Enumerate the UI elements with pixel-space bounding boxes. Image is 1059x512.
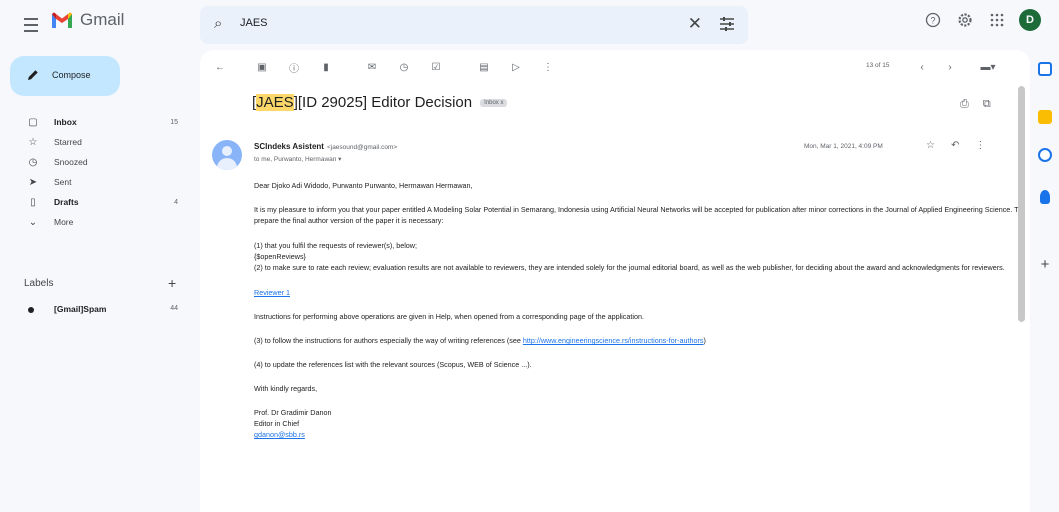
- subject-text: [ID 29025] Editor Decision: [297, 94, 473, 111]
- gmail-m-icon: [52, 12, 72, 28]
- recipient-details[interactable]: to me, Purwanto, Hermawan ▾: [254, 155, 341, 163]
- signer-title: Editor in Chief: [254, 419, 300, 428]
- draft-icon: ▯: [30, 196, 36, 208]
- labels-heading: Labels: [24, 278, 54, 289]
- older-chevron-icon[interactable]: ›: [942, 59, 958, 75]
- signer-name: Prof. Dr Gradimir Danon: [254, 408, 332, 417]
- side-panel: +: [1032, 50, 1059, 512]
- request-item-1: (1) that you fulfil the requests of revi…: [254, 241, 417, 250]
- help-icon[interactable]: ?: [923, 10, 943, 30]
- gmail-app: Gmail ⌕ JAES ✕ ? D Compose ▢ Inbox 15 ☆ …: [0, 0, 1059, 512]
- sender-avatar[interactable]: [212, 140, 242, 170]
- apps-grid-icon[interactable]: [987, 10, 1007, 30]
- contacts-icon[interactable]: [1040, 190, 1050, 204]
- get-addons-icon[interactable]: +: [1038, 257, 1052, 272]
- folder-chip[interactable]: Inbox x: [480, 98, 508, 107]
- search-icon[interactable]: ⌕: [214, 15, 222, 32]
- open-new-window-icon[interactable]: ⧉: [983, 98, 991, 111]
- reviewer-link[interactable]: Reviewer 1: [254, 288, 290, 297]
- snooze-icon[interactable]: ◷: [396, 59, 412, 75]
- folder-nav: ▢ Inbox 15 ☆ Starred ◷ Snoozed ➤ Sent ▯ …: [0, 112, 200, 232]
- star-icon: ☆: [28, 136, 38, 148]
- request-item-2: (2) to make sure to rate each review; ev…: [254, 263, 1005, 272]
- label-dot-icon: [28, 307, 34, 313]
- send-icon: ➤: [28, 176, 38, 188]
- archive-icon[interactable]: ▣: [254, 59, 270, 75]
- open-reviews-placeholder: {$openReviews}: [254, 252, 306, 261]
- search-bar[interactable]: ⌕ JAES ✕: [200, 6, 748, 44]
- print-icon[interactable]: ⎙: [960, 98, 969, 111]
- greeting: Dear Djoko Adi Widodo, Purwanto Purwanto…: [254, 181, 473, 190]
- newer-chevron-icon[interactable]: ‹: [914, 59, 930, 75]
- top-bar: Gmail ⌕ JAES ✕ ? D: [0, 0, 1059, 50]
- calendar-icon[interactable]: [1038, 62, 1052, 76]
- move-to-icon[interactable]: ▤: [476, 59, 492, 75]
- label-item-spam[interactable]: [Gmail]Spam 44: [0, 300, 200, 320]
- input-tools-icon[interactable]: ▬▾: [976, 59, 1000, 75]
- inbox-icon: ▢: [28, 116, 38, 128]
- search-highlight: JAES: [256, 94, 294, 111]
- request-item-4: (4) to update the references list with t…: [254, 360, 532, 369]
- nav-item-drafts[interactable]: ▯ Drafts 4: [0, 192, 200, 212]
- top-right-actions: ? D: [923, 9, 1041, 31]
- message-pane: ← ▣ ⓘ ▮ ✉ ◷ ☑ ▤ ▷ ⋮ 13 of 15 ‹ › ▬▾ [JAE…: [200, 50, 1030, 512]
- mark-unread-icon[interactable]: ✉: [364, 59, 380, 75]
- search-input[interactable]: JAES: [240, 17, 268, 29]
- delete-icon[interactable]: ▮: [318, 59, 334, 75]
- email-subject: [JAES][ID 29025] Editor Decision Inbox x: [252, 94, 508, 111]
- report-spam-icon[interactable]: ⓘ: [286, 59, 302, 75]
- tasks-icon[interactable]: [1038, 148, 1052, 162]
- add-task-icon[interactable]: ☑: [428, 59, 444, 75]
- email-body: Dear Djoko Adi Widodo, Purwanto Purwanto…: [254, 180, 1024, 440]
- nav-item-starred[interactable]: ☆ Starred: [0, 132, 200, 152]
- sender-name: SCIndeks Asistent <jaesound@gmail.com>: [254, 142, 398, 151]
- nav-item-more[interactable]: ⌄ More: [0, 212, 200, 232]
- gmail-logo[interactable]: Gmail: [50, 10, 124, 30]
- message-actions: ☆ ↶ ⋮: [926, 140, 985, 151]
- more-vert-icon[interactable]: ⋮: [975, 140, 985, 151]
- svg-text:?: ?: [930, 16, 935, 26]
- pager-count: 13 of 15: [866, 62, 890, 69]
- clear-search-icon[interactable]: ✕: [688, 14, 702, 34]
- hamburger-icon: [24, 18, 38, 20]
- signer-email-link[interactable]: gdanon@sbb.rs: [254, 430, 305, 439]
- email-date: Mon, Mar 1, 2021, 4:09 PM: [804, 143, 883, 150]
- star-icon[interactable]: ☆: [926, 140, 935, 151]
- sender-email: <jaesound@gmail.com>: [326, 144, 398, 151]
- instructions-link[interactable]: http://www.engineeringscience.rs/instruc…: [523, 336, 704, 345]
- message-toolbar: ← ▣ ⓘ ▮ ✉ ◷ ☑ ▤ ▷ ⋮ 13 of 15 ‹ › ▬▾: [200, 50, 1030, 84]
- left-sidebar: Compose ▢ Inbox 15 ☆ Starred ◷ Snoozed ➤…: [0, 50, 200, 512]
- keep-icon[interactable]: [1038, 110, 1052, 124]
- nav-item-snoozed[interactable]: ◷ Snoozed: [0, 152, 200, 172]
- request-item-3: (3) to follow the instructions for autho…: [254, 336, 706, 345]
- clock-icon: ◷: [28, 156, 38, 168]
- intro-paragraph: It is my pleasure to inform you that you…: [254, 205, 1022, 225]
- instructions-text: Instructions for performing above operat…: [254, 312, 644, 321]
- regards: With kindly regards,: [254, 384, 318, 393]
- pencil-icon: [28, 70, 38, 80]
- account-avatar[interactable]: D: [1019, 9, 1041, 31]
- nav-item-sent[interactable]: ➤ Sent: [0, 172, 200, 192]
- add-label-icon[interactable]: +: [168, 275, 176, 291]
- more-vert-icon[interactable]: ⋮: [540, 59, 556, 75]
- back-arrow-icon[interactable]: ←: [212, 59, 228, 75]
- app-name: Gmail: [80, 10, 125, 29]
- compose-button[interactable]: Compose: [10, 56, 120, 96]
- main-menu-button[interactable]: [18, 12, 44, 38]
- scrollbar-thumb[interactable]: [1018, 86, 1025, 322]
- subject-actions: ⎙ ⧉: [960, 98, 991, 111]
- chevron-down-icon: ⌄: [28, 216, 38, 228]
- settings-gear-icon[interactable]: [955, 10, 975, 30]
- reply-icon[interactable]: ↶: [951, 140, 959, 151]
- label-icon[interactable]: ▷: [508, 59, 524, 75]
- nav-item-inbox[interactable]: ▢ Inbox 15: [0, 112, 200, 132]
- compose-label: Compose: [52, 70, 91, 80]
- search-options-icon[interactable]: [718, 15, 736, 33]
